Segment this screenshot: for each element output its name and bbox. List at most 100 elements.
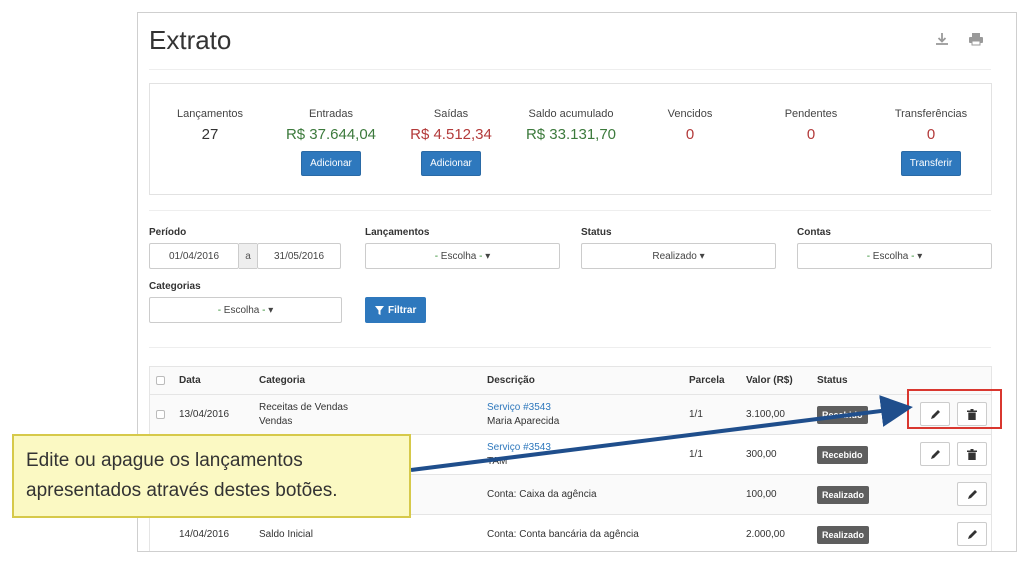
date-to-field[interactable]: 31/05/2016 bbox=[257, 243, 341, 269]
status-badge: Recebido bbox=[817, 405, 868, 424]
header-categoria: Categoria bbox=[259, 374, 306, 386]
header-descricao: Descrição bbox=[487, 374, 535, 386]
row-category-main: Receitas de Vendas bbox=[259, 401, 348, 413]
stat-value: 27 bbox=[201, 126, 219, 143]
status-badge: Recebido bbox=[817, 445, 868, 464]
row-checkbox[interactable] bbox=[156, 410, 165, 419]
row-date: 13/04/2016 bbox=[179, 408, 230, 420]
header-parcela: Parcela bbox=[689, 374, 725, 386]
row-category-sub: Vendas bbox=[259, 415, 293, 427]
date-from-field[interactable]: 01/04/2016 bbox=[149, 243, 239, 269]
stat-value: R$ 4.512,34 bbox=[410, 126, 492, 143]
trash-icon bbox=[967, 448, 977, 460]
header-status: Status bbox=[817, 374, 848, 386]
stat-entradas: Entradas R$ 37.644,04 Adicionar bbox=[266, 84, 396, 176]
stat-label: Transferências bbox=[894, 108, 968, 120]
row-status: Recebido bbox=[817, 435, 868, 474]
row-parcela: 1/1 bbox=[689, 408, 703, 420]
pencil-icon bbox=[930, 449, 940, 459]
select-value: Escolha bbox=[872, 250, 909, 262]
callout-line-2: apresentados através destes botões. bbox=[26, 480, 338, 501]
filter-button[interactable]: Filtrar bbox=[365, 297, 427, 323]
summary-card: Lançamentos 27 Entradas R$ 37.644,04 Adi… bbox=[149, 83, 992, 195]
row-description: Serviço #3543 TAM bbox=[487, 435, 551, 474]
stat-label: Saídas bbox=[433, 108, 469, 120]
categorias-select[interactable]: - Escolha - ▾ bbox=[149, 297, 342, 323]
delete-button[interactable] bbox=[957, 442, 987, 466]
row-description: Conta: Conta bancária da agência bbox=[487, 528, 639, 540]
status-badge: Realizado bbox=[817, 485, 870, 504]
filters-divider bbox=[149, 347, 991, 348]
contas-label: Contas bbox=[797, 227, 831, 238]
lancamentos-select[interactable]: - Escolha - ▾ bbox=[365, 243, 560, 269]
stat-value: R$ 33.131,70 bbox=[525, 126, 617, 143]
stat-lancamentos: Lançamentos 27 bbox=[145, 84, 275, 143]
stat-value: 0 bbox=[806, 126, 816, 143]
periodo-label: Período bbox=[149, 227, 187, 238]
table-header: Data Categoria Descrição Parcela Valor (… bbox=[150, 367, 991, 395]
stat-value: 0 bbox=[685, 126, 695, 143]
status-label: Status bbox=[581, 227, 612, 238]
date-range-separator: a bbox=[239, 243, 257, 269]
select-dash: - bbox=[259, 304, 266, 316]
edit-button[interactable] bbox=[957, 482, 987, 506]
row-status: Realizado bbox=[817, 515, 870, 551]
stat-label: Pendentes bbox=[784, 108, 838, 120]
filter-button-label: Filtrar bbox=[388, 304, 417, 316]
stat-saidas: Saídas R$ 4.512,34 Adicionar bbox=[386, 84, 516, 176]
contas-select[interactable]: - Escolha - ▾ bbox=[797, 243, 992, 269]
categorias-label: Categorias bbox=[149, 281, 201, 292]
row-description: Serviço #3543 Maria Aparecida bbox=[487, 395, 559, 434]
stat-label: Vencidos bbox=[667, 108, 713, 120]
row-status: Recebido bbox=[817, 395, 868, 434]
row-valor: 2.000,00 bbox=[746, 528, 785, 540]
stat-label: Lançamentos bbox=[176, 108, 244, 120]
status-badge: Realizado bbox=[817, 525, 870, 544]
stat-value: 0 bbox=[926, 126, 936, 143]
select-all-cell bbox=[156, 367, 165, 394]
row-parcela: 1/1 bbox=[689, 448, 703, 460]
row-date: 14/04/2016 bbox=[179, 528, 230, 540]
row-checkbox-cell bbox=[156, 395, 165, 434]
row-valor: 300,00 bbox=[746, 448, 777, 460]
stat-label: Entradas bbox=[308, 108, 354, 120]
summary-divider bbox=[149, 210, 991, 211]
select-value: Escolha bbox=[223, 304, 260, 316]
stat-pendentes: Pendentes 0 bbox=[746, 84, 876, 143]
pencil-icon bbox=[967, 489, 977, 499]
filter-icon bbox=[375, 305, 384, 315]
select-dash: - bbox=[908, 250, 915, 262]
row-description-sub: Maria Aparecida bbox=[487, 415, 560, 427]
add-entrada-button[interactable]: Adicionar bbox=[301, 151, 361, 176]
row-description: Conta: Caixa da agência bbox=[487, 488, 597, 500]
callout-line-1: Edite ou apague os lançamentos bbox=[26, 450, 303, 471]
stat-saldo: Saldo acumulado R$ 33.131,70 bbox=[506, 84, 636, 143]
title-divider bbox=[149, 69, 991, 70]
select-value: Realizado bbox=[652, 250, 697, 262]
edit-button[interactable] bbox=[920, 442, 950, 466]
transfer-button[interactable]: Transferir bbox=[900, 151, 962, 176]
lancamentos-label: Lançamentos bbox=[365, 227, 430, 238]
row-description-link[interactable]: Serviço #3543 bbox=[487, 441, 551, 455]
table-row[interactable]: 14/04/2016 Saldo Inicial Conta: Conta ba… bbox=[150, 515, 991, 551]
status-select[interactable]: Realizado ▾ bbox=[581, 243, 776, 269]
row-status: Realizado bbox=[817, 475, 870, 514]
stat-vencidos: Vencidos 0 bbox=[625, 84, 755, 143]
table-row[interactable]: 13/04/2016 Receitas de Vendas Vendas Ser… bbox=[150, 395, 991, 435]
select-all-checkbox[interactable] bbox=[156, 376, 165, 385]
header-data: Data bbox=[179, 374, 201, 386]
printer-icon[interactable] bbox=[966, 29, 986, 49]
select-value: Escolha bbox=[440, 250, 477, 262]
row-description-sub: TAM bbox=[487, 455, 508, 467]
download-icon[interactable] bbox=[932, 29, 952, 49]
top-actions bbox=[932, 29, 986, 49]
highlight-box bbox=[907, 389, 1002, 429]
edit-button[interactable] bbox=[957, 522, 987, 546]
row-description-link[interactable]: Serviço #3543 bbox=[487, 401, 559, 415]
row-valor: 3.100,00 bbox=[746, 408, 785, 420]
row-category: Saldo Inicial bbox=[259, 528, 313, 540]
add-saida-button[interactable]: Adicionar bbox=[421, 151, 481, 176]
stat-label: Saldo acumulado bbox=[528, 108, 614, 120]
select-dash: - bbox=[476, 250, 483, 262]
row-valor: 100,00 bbox=[746, 488, 777, 500]
